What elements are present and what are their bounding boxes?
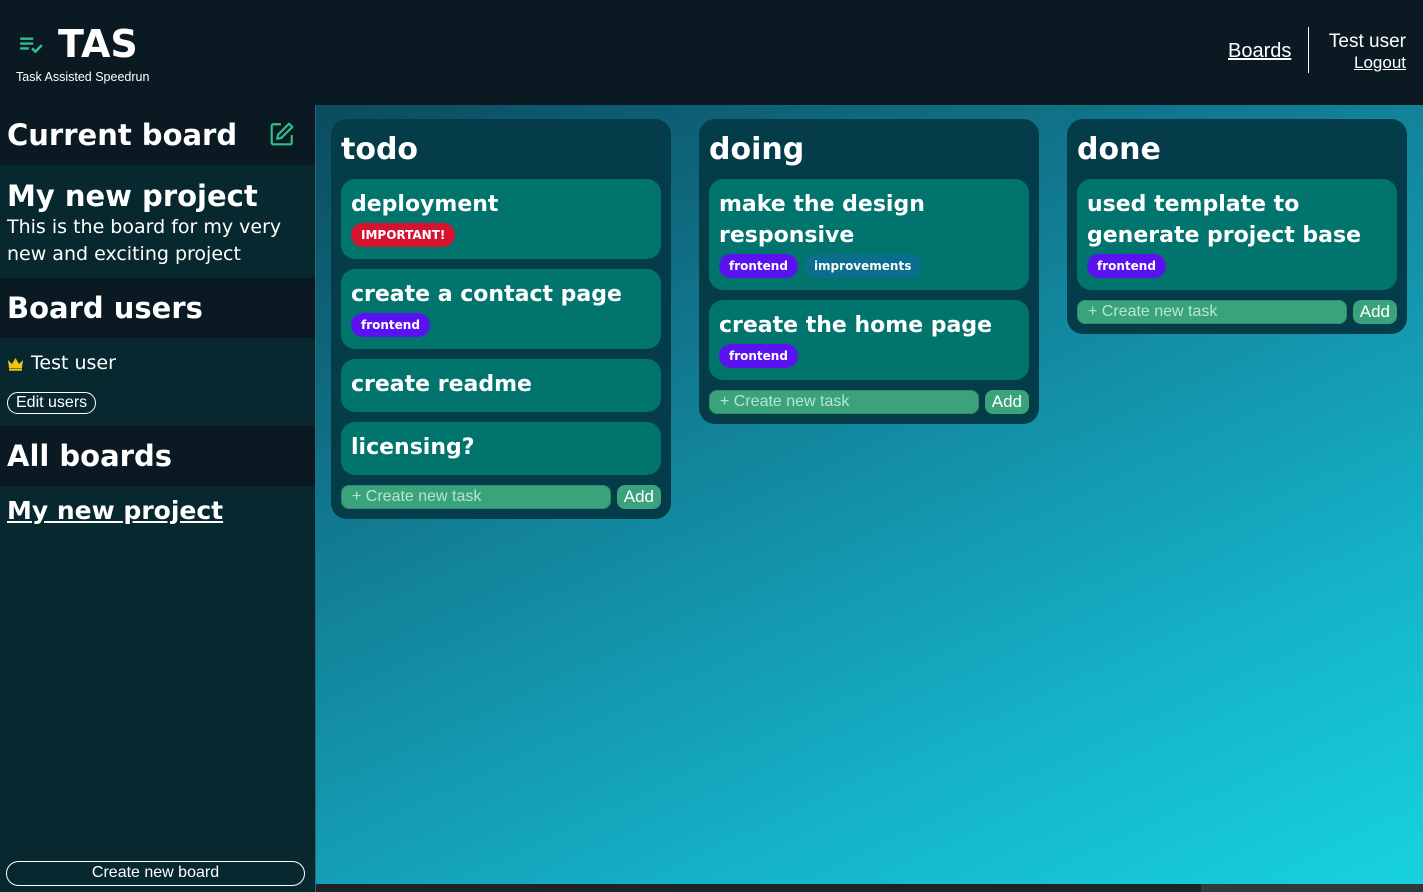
task-card[interactable]: make the design responsive frontend improv… <box>709 179 1029 290</box>
new-task-input[interactable] <box>1077 300 1347 324</box>
all-boards-heading-label: All boards <box>7 439 172 473</box>
task-title: used template to generate project base <box>1087 192 1362 248</box>
task-card[interactable]: licensing? <box>341 422 661 475</box>
task-tags: frontend <box>1087 254 1387 278</box>
header-divider <box>1308 27 1309 73</box>
column-title: done <box>1077 132 1161 167</box>
task-title: make the design responsive <box>719 192 925 248</box>
task-card[interactable]: deployment IMPORTANT! <box>341 179 661 259</box>
task-title: create readme <box>351 372 532 397</box>
crown-icon <box>8 357 23 371</box>
board-description: This is the board for my very new and ex… <box>7 216 282 265</box>
task-card[interactable]: create readme <box>341 359 661 412</box>
task-tags: IMPORTANT! <box>351 223 651 247</box>
tag-badge: frontend <box>719 254 798 278</box>
horizontal-scrollbar[interactable] <box>316 884 1423 892</box>
edit-users-button[interactable]: Edit users <box>7 392 97 414</box>
new-task-row: Add <box>341 485 661 509</box>
column-title: doing <box>709 132 805 167</box>
user-menu: Test user Logout <box>1329 31 1406 73</box>
board-name: My new project <box>7 179 258 213</box>
column-done: done used template to generate project ba… <box>1067 119 1407 334</box>
new-task-input[interactable] <box>709 390 979 414</box>
column-doing: doing make the design responsive frontend i… <box>699 119 1039 424</box>
current-user-name: Test user <box>1328 31 1406 52</box>
app-title: TAS <box>58 22 138 66</box>
sidebar: Current board My new project This is the… <box>0 105 315 892</box>
board-link[interactable]: My new project <box>0 486 315 535</box>
task-card[interactable]: create the home page frontend <box>709 300 1029 380</box>
column-todo: todo deployment IMPORTANT! create a contact… <box>331 119 671 519</box>
task-card[interactable]: used template to generate project base fr… <box>1077 179 1397 290</box>
tag-badge: frontend <box>351 313 430 337</box>
new-task-row: Add <box>1077 300 1397 324</box>
tag-badge: IMPORTANT! <box>351 223 456 247</box>
add-task-button[interactable]: Add <box>984 390 1029 414</box>
scrollbar-thumb[interactable] <box>316 884 1201 892</box>
board-users-heading-label: Board users <box>7 291 203 325</box>
new-task-row: Add <box>709 390 1029 414</box>
task-title: licensing? <box>351 435 475 460</box>
board-users-heading: Board users <box>0 278 315 338</box>
task-tags: frontend <box>719 344 1019 368</box>
add-task-button[interactable]: Add <box>1352 300 1397 324</box>
task-tags: frontend improvements <box>719 254 1019 278</box>
tag-badge: frontend <box>1087 254 1166 278</box>
create-board-button[interactable]: Create new board <box>6 861 305 886</box>
task-title: create a contact page <box>351 282 622 307</box>
logout-link[interactable]: Logout <box>1329 53 1406 73</box>
all-boards-heading: All boards <box>0 426 315 486</box>
task-title: deployment <box>351 192 499 217</box>
board-user-row: Test user <box>7 352 308 374</box>
board-area: todo deployment IMPORTANT! create a contact… <box>315 105 1423 892</box>
add-task-button[interactable]: Add <box>616 485 661 509</box>
app-logo: TAS Task Assisted Speedrun <box>16 22 149 84</box>
current-board-heading: Current board <box>0 105 315 165</box>
tag-badge: frontend <box>719 344 798 368</box>
task-card[interactable]: create a contact page frontend <box>341 269 661 349</box>
column-title: todo <box>341 132 419 167</box>
task-title: create the home page <box>719 313 993 338</box>
current-board-heading-label: Current board <box>7 118 238 152</box>
nav-boards-link[interactable]: Boards <box>1228 40 1291 63</box>
edit-board-icon[interactable] <box>269 121 295 147</box>
task-tags: frontend <box>351 313 651 337</box>
board-users-list: Test user Edit users <box>0 338 315 426</box>
current-board-info: My new project This is the board for my … <box>0 165 315 278</box>
app-subtitle: Task Assisted Speedrun <box>16 70 150 84</box>
app-header: TAS Task Assisted Speedrun Boards Test u… <box>0 0 1423 105</box>
checklist-icon <box>20 37 43 54</box>
new-task-input[interactable] <box>341 485 611 509</box>
tag-badge: improvements <box>803 254 922 278</box>
board-user-name: Test user <box>31 352 116 374</box>
